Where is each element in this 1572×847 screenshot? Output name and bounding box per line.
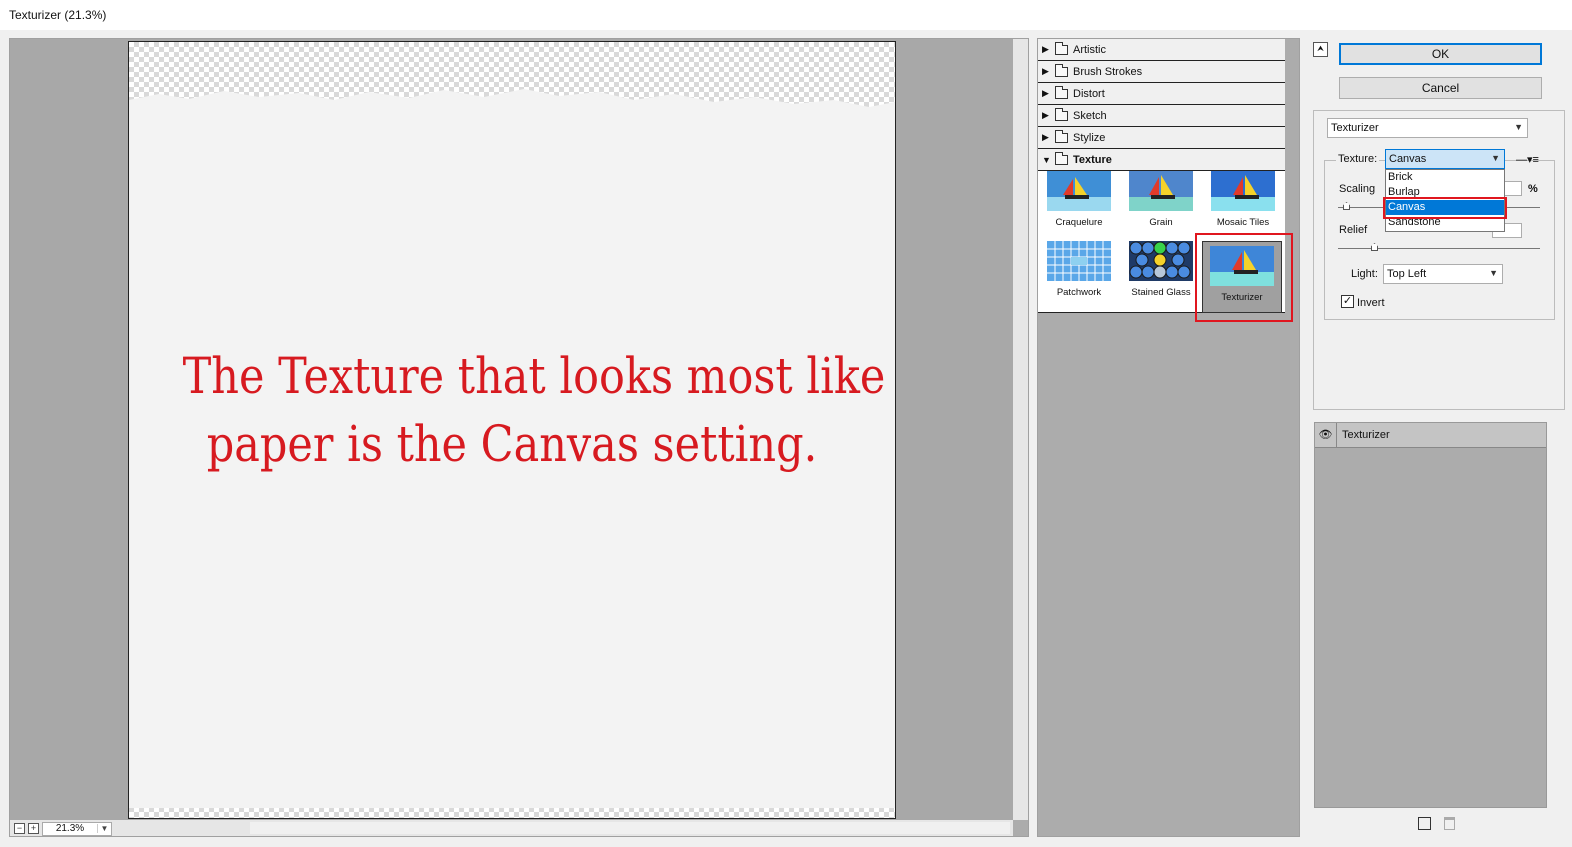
- annotation-highlight-canvas: [1383, 197, 1507, 219]
- filter-label: Grain: [1149, 217, 1173, 228]
- trash-icon[interactable]: [1444, 817, 1455, 830]
- filter-mosaic-tiles[interactable]: Mosaic Tiles: [1210, 171, 1276, 228]
- preview-horizontal-scrollbar[interactable]: − + 21.3% ▼: [10, 820, 1013, 836]
- filter-patchwork[interactable]: Patchwork: [1046, 241, 1112, 298]
- category-brush-strokes[interactable]: ▶ Brush Strokes: [1038, 61, 1285, 83]
- chevron-down-icon: ▼: [1489, 268, 1498, 278]
- horizontal-scroll-thumb[interactable]: [250, 822, 1010, 834]
- light-select-value: Top Left: [1387, 268, 1427, 280]
- filter-select[interactable]: Texturizer ▼: [1327, 118, 1528, 138]
- filter-craquelure[interactable]: Craquelure: [1046, 171, 1112, 228]
- annotation-text: The Texture that looks most like paper i…: [182, 342, 886, 478]
- filter-stained-glass[interactable]: Stained Glass: [1128, 241, 1194, 298]
- texture-select[interactable]: Canvas ▼: [1385, 149, 1505, 169]
- effect-layers-panel: 👁 Texturizer: [1314, 422, 1547, 808]
- preview-vertical-scrollbar[interactable]: [1013, 39, 1028, 820]
- category-label: Brush Strokes: [1073, 65, 1143, 78]
- texture-menu-icon[interactable]: —▾≡: [1516, 153, 1539, 166]
- annotation-highlight-texturizer: [1195, 233, 1293, 322]
- collapse-gallery-icon[interactable]: ⮝: [1313, 42, 1328, 57]
- relief-label: Relief: [1339, 224, 1368, 236]
- grain-thumbnail: [1129, 171, 1193, 211]
- patchwork-thumbnail: [1047, 241, 1111, 281]
- preview-frame: The Texture that looks most like paper i…: [9, 38, 1029, 837]
- filter-label: Mosaic Tiles: [1216, 217, 1270, 228]
- light-select[interactable]: Top Left ▼: [1383, 264, 1503, 284]
- filter-label: Patchwork: [1056, 287, 1102, 298]
- expand-triangle-icon: ▶: [1042, 132, 1049, 142]
- category-label: Artistic: [1073, 43, 1106, 56]
- category-label: Distort: [1073, 87, 1105, 100]
- effect-layer-row[interactable]: 👁 Texturizer: [1315, 422, 1546, 448]
- invert-label: Invert: [1357, 297, 1385, 309]
- expand-triangle-icon: ▶: [1042, 66, 1049, 76]
- annotation-line-2: paper is the Canvas setting.: [206, 415, 818, 473]
- filter-grain[interactable]: Grain: [1128, 171, 1194, 228]
- cancel-button[interactable]: Cancel: [1339, 77, 1542, 99]
- category-texture[interactable]: ▼ Texture: [1038, 149, 1285, 171]
- zoom-select[interactable]: 21.3% ▼: [42, 821, 112, 836]
- stained-glass-thumbnail: [1129, 241, 1193, 281]
- texture-option-brick[interactable]: Brick: [1386, 170, 1504, 185]
- expand-triangle-icon: ▶: [1042, 110, 1049, 120]
- category-label: Texture: [1073, 153, 1112, 166]
- layer-actions: [1418, 817, 1455, 830]
- eye-icon[interactable]: 👁: [1315, 422, 1337, 448]
- zoom-controls: − + 21.3% ▼: [14, 821, 112, 836]
- folder-icon: [1055, 107, 1068, 121]
- light-label: Light:: [1351, 268, 1378, 280]
- folder-icon: [1055, 63, 1068, 77]
- annotation-line-1: The Texture that looks most like: [182, 347, 886, 405]
- filter-gallery: ▶ Artistic ▶ Brush Strokes ▶ Distort ▶ S…: [1037, 38, 1300, 837]
- relief-slider[interactable]: [1338, 248, 1540, 249]
- invert-checkbox[interactable]: ✓: [1341, 295, 1354, 308]
- texture-select-value: Canvas: [1389, 153, 1427, 165]
- chevron-down-icon: ▼: [97, 824, 111, 833]
- texture-label: Texture:: [1336, 153, 1380, 165]
- folder-icon: [1055, 129, 1068, 143]
- ok-button[interactable]: OK: [1339, 43, 1542, 65]
- scaling-unit: %: [1528, 183, 1538, 195]
- preview-area[interactable]: The Texture that looks most like paper i…: [10, 39, 1013, 820]
- filter-label: Stained Glass: [1131, 287, 1191, 298]
- folder-icon: [1055, 151, 1068, 165]
- document-canvas: The Texture that looks most like paper i…: [128, 41, 896, 819]
- zoom-value: 21.3%: [55, 823, 85, 834]
- category-artistic[interactable]: ▶ Artistic: [1038, 39, 1285, 61]
- craquelure-thumbnail: [1047, 171, 1111, 211]
- zoom-out-button[interactable]: −: [14, 823, 25, 834]
- expand-triangle-icon: ▶: [1042, 44, 1049, 54]
- category-sketch[interactable]: ▶ Sketch: [1038, 105, 1285, 127]
- scaling-label: Scaling: [1339, 183, 1376, 195]
- category-distort[interactable]: ▶ Distort: [1038, 83, 1285, 105]
- category-stylize[interactable]: ▶ Stylize: [1038, 127, 1285, 149]
- folder-icon: [1055, 85, 1068, 99]
- mosaic-tiles-thumbnail: [1211, 171, 1275, 211]
- effect-layer-name: Texturizer: [1342, 429, 1390, 441]
- zoom-in-button[interactable]: +: [28, 823, 39, 834]
- chevron-down-icon: ▼: [1491, 153, 1500, 163]
- category-label: Stylize: [1073, 131, 1106, 144]
- filter-label: Craquelure: [1055, 217, 1103, 228]
- collapse-triangle-icon: ▼: [1042, 154, 1051, 165]
- filter-select-value: Texturizer: [1331, 122, 1379, 134]
- new-effect-layer-icon[interactable]: [1418, 817, 1431, 830]
- window-title: Texturizer (21.3%): [0, 0, 1572, 30]
- expand-triangle-icon: ▶: [1042, 88, 1049, 98]
- category-label: Sketch: [1073, 109, 1107, 122]
- folder-icon: [1055, 41, 1068, 55]
- chevron-down-icon: ▼: [1514, 122, 1523, 132]
